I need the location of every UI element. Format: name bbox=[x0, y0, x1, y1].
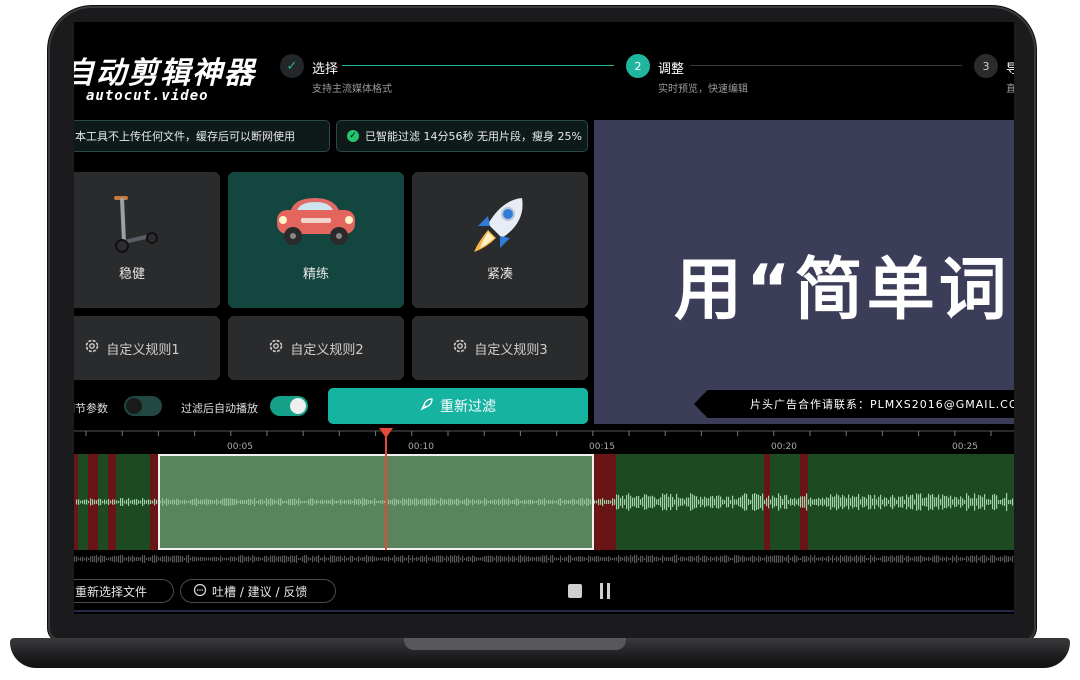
custom-rule-3-button[interactable]: 自定义规则3 bbox=[412, 316, 588, 380]
rocket-icon bbox=[468, 192, 532, 262]
toggle-knob bbox=[290, 398, 306, 414]
feedback-label: 吐槽 / 建议 / 反馈 bbox=[212, 584, 308, 599]
app-screen: 自动剪辑神器 autocut.video ✓ 选择 支持主流媒体格式 2 调整 … bbox=[74, 22, 1014, 614]
feedback-button[interactable]: 吐槽 / 建议 / 反馈 bbox=[180, 579, 336, 603]
step-connector-pending bbox=[690, 65, 962, 66]
filter-result-text: 已智能过滤 14分56秒 无用片段，瘦身 25% bbox=[365, 130, 582, 143]
autoplay-label: 过滤后自动播放 bbox=[181, 402, 258, 415]
reselect-file-button[interactable]: 重新选择文件 bbox=[74, 579, 174, 603]
mode-card-compact[interactable]: 紧凑 bbox=[412, 172, 588, 308]
custom-rule-2-button[interactable]: 自定义规则2 bbox=[228, 316, 404, 380]
chat-bubble-icon bbox=[193, 583, 207, 600]
pause-icon[interactable] bbox=[599, 583, 611, 599]
rule-label: 自定义规则1 bbox=[106, 342, 180, 358]
refilter-button[interactable]: 重新过滤 bbox=[328, 388, 588, 424]
rule-label: 自定义规则3 bbox=[474, 342, 548, 358]
toggle-knob bbox=[126, 398, 142, 414]
step-subtitle: 实时预览，快速编辑 bbox=[658, 84, 748, 95]
laptop-notch bbox=[404, 638, 626, 650]
mode-card-steady[interactable]: 稳健 bbox=[74, 172, 220, 308]
privacy-notice: 本工具不上传任何文件，缓存后可以断网使用 bbox=[74, 120, 330, 152]
playhead[interactable] bbox=[385, 432, 387, 550]
tick-label: 00:10 bbox=[408, 442, 434, 452]
step-connector-done bbox=[342, 65, 614, 66]
step-subtitle: 直 bbox=[1006, 84, 1014, 95]
preview-ad-banner: 片头广告合作请联系：PLMXS2016@GMAIL.COM bbox=[694, 390, 1014, 418]
reselect-file-label: 重新选择文件 bbox=[75, 584, 148, 599]
selection-region[interactable] bbox=[158, 454, 594, 550]
step-number: 3 bbox=[974, 54, 998, 78]
stop-icon[interactable] bbox=[568, 584, 582, 598]
mode-label: 紧凑 bbox=[486, 267, 513, 282]
success-check-icon: ✓ bbox=[347, 130, 359, 142]
filter-result-notice: ✓ 已智能过滤 14分56秒 无用片段，瘦身 25% bbox=[336, 120, 588, 152]
overview-waveform[interactable] bbox=[74, 552, 1014, 566]
bottom-divider bbox=[74, 610, 1014, 612]
app-domain: autocut.video bbox=[86, 88, 209, 104]
video-preview[interactable]: 用“简单词 片头广告合作请联系：PLMXS2016@GMAIL.COM bbox=[594, 120, 1014, 424]
step-title: 导 bbox=[1006, 62, 1014, 77]
step-title: 选择 bbox=[312, 62, 339, 77]
step-title: 调整 bbox=[658, 62, 685, 77]
mode-label: 稳健 bbox=[118, 267, 145, 282]
autoplay-toggle[interactable] bbox=[270, 396, 308, 416]
adjust-params-label: 调节参数 bbox=[74, 402, 108, 415]
tick-label: 00:25 bbox=[952, 442, 978, 452]
mode-label: 精练 bbox=[302, 267, 329, 282]
gear-icon bbox=[452, 338, 468, 358]
check-icon: ✓ bbox=[280, 54, 304, 78]
gear-icon bbox=[84, 338, 100, 358]
tick-label: 00:20 bbox=[771, 442, 797, 452]
mode-card-refined[interactable]: 精练 bbox=[228, 172, 404, 308]
refilter-label: 重新过滤 bbox=[440, 399, 496, 415]
app-logo: 自动剪辑神器 bbox=[74, 56, 256, 91]
privacy-notice-text: 本工具不上传任何文件，缓存后可以断网使用 bbox=[75, 130, 295, 143]
gear-icon bbox=[268, 338, 284, 358]
timeline-ruler[interactable] bbox=[74, 430, 1014, 454]
step-subtitle: 支持主流媒体格式 bbox=[312, 84, 392, 95]
car-icon bbox=[271, 192, 361, 260]
rocket-small-icon bbox=[420, 397, 434, 415]
preview-caption: 用“简单词 bbox=[674, 251, 1011, 330]
tick-label: 00:15 bbox=[589, 442, 615, 452]
rule-label: 自定义规则2 bbox=[290, 342, 364, 358]
scooter-icon bbox=[102, 192, 162, 260]
custom-rule-1-button[interactable]: 自定义规则1 bbox=[74, 316, 220, 380]
adjust-params-toggle[interactable] bbox=[124, 396, 162, 416]
step-number: 2 bbox=[626, 54, 650, 78]
tick-label: 00:05 bbox=[227, 442, 253, 452]
